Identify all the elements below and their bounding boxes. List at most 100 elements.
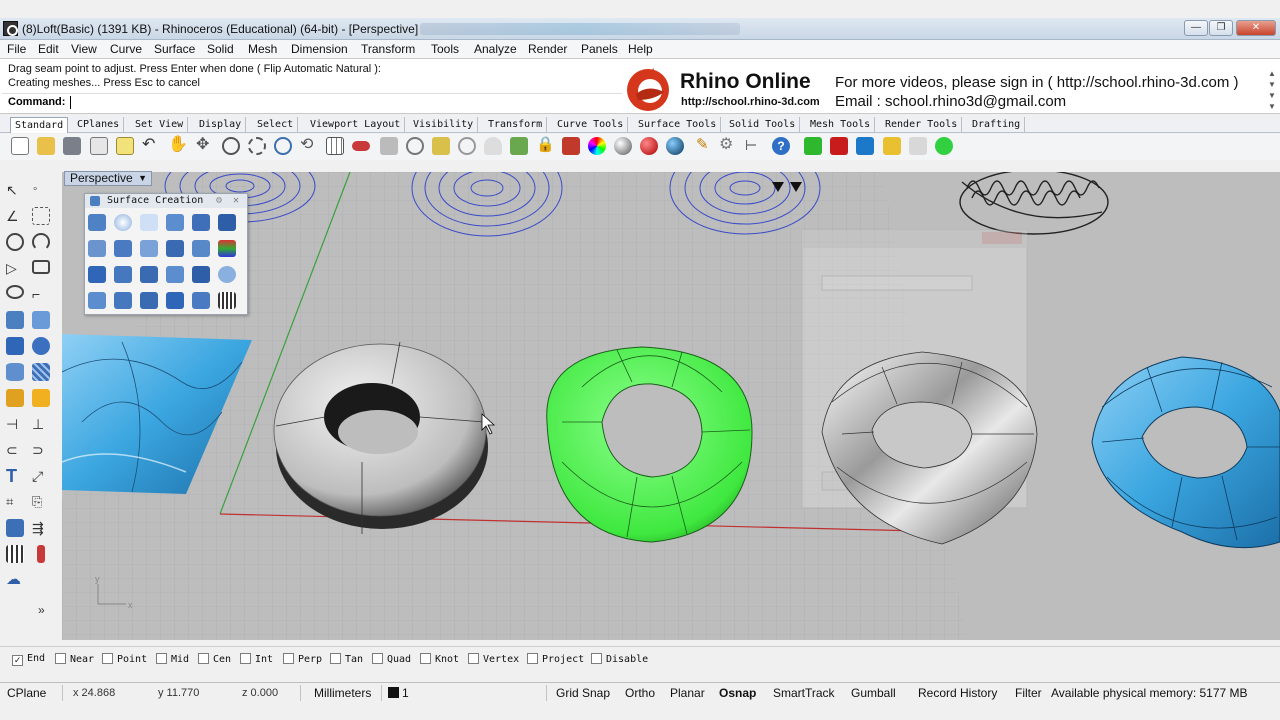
rhino-app-icon[interactable] (3, 21, 18, 36)
status-units[interactable]: Millimeters (314, 686, 371, 700)
arc-icon[interactable] (32, 233, 50, 251)
surface-offset-icon[interactable] (192, 266, 210, 283)
status-grid-snap[interactable]: Grid Snap (556, 686, 610, 700)
surface-extrude-icon[interactable] (88, 240, 106, 257)
status-cplane[interactable]: CPlane (7, 686, 46, 700)
save-icon[interactable] (63, 137, 81, 155)
checkbox[interactable] (240, 653, 251, 664)
status-planar[interactable]: Planar (670, 686, 705, 700)
ellipse-icon[interactable] (6, 285, 24, 299)
status-filter[interactable]: Filter (1015, 686, 1042, 700)
dimension-icon[interactable]: ⊢ (745, 137, 763, 155)
render-icon[interactable] (640, 137, 658, 155)
group-icon[interactable]: ⌗ (6, 493, 24, 511)
pencil-icon[interactable]: ✎ (696, 137, 714, 155)
polygon-icon[interactable]: ▷ (6, 259, 24, 277)
surface-icon[interactable] (6, 311, 24, 329)
surface-sweep1-icon[interactable] (140, 240, 158, 257)
trim-icon[interactable]: ⊣ (6, 415, 24, 433)
menu-solid[interactable]: Solid (207, 42, 234, 56)
surface-drape-icon[interactable] (218, 266, 236, 283)
surface-edge-icon[interactable] (140, 214, 158, 231)
box-icon[interactable] (6, 337, 24, 355)
menu-dimension[interactable]: Dimension (291, 42, 348, 56)
promo-url[interactable]: http://school.rhino-3d.com (681, 96, 820, 108)
curve-icon[interactable] (32, 207, 50, 225)
new-file-icon[interactable] (11, 137, 29, 155)
osnap-vertex[interactable]: Vertex (468, 653, 519, 665)
surface-creation-palette[interactable]: Surface Creation ⚙ ✕ (84, 193, 248, 315)
gear-icon[interactable]: ⚙ (216, 194, 222, 207)
surface-revolve-icon[interactable] (114, 240, 132, 257)
tab-display[interactable]: Display (195, 117, 247, 133)
osnap-int[interactable]: Int (240, 653, 273, 665)
checkbox[interactable] (198, 653, 209, 664)
chevron-down-icon[interactable]: ▼ (138, 172, 147, 185)
array-icon[interactable]: ⇶ (32, 519, 50, 537)
menu-edit[interactable]: Edit (38, 42, 59, 56)
surface-from-points-icon[interactable] (88, 214, 106, 231)
tab-visibility[interactable]: Visibility (409, 117, 479, 133)
dimension-icon[interactable]: ⤢ (32, 467, 50, 485)
osnap-point[interactable]: Point (102, 653, 147, 665)
checkbox[interactable] (527, 653, 538, 664)
status-smarttrack[interactable]: SmartTrack (773, 686, 835, 700)
mesh-icon[interactable] (32, 363, 50, 381)
circle-icon[interactable] (6, 233, 24, 251)
edit-surface-icon[interactable] (32, 311, 50, 329)
checkbox[interactable] (420, 653, 431, 664)
analyze-icon[interactable] (37, 545, 45, 563)
surface-heightfield-icon[interactable] (218, 240, 236, 257)
maximize-button[interactable]: ❐ (1209, 20, 1233, 36)
surface-grid-icon[interactable] (218, 292, 236, 309)
grid-icon[interactable] (6, 545, 24, 563)
surface-fillet-icon[interactable] (140, 266, 158, 283)
checkbox[interactable] (591, 653, 602, 664)
tab-viewport-layout[interactable]: Viewport Layout (306, 117, 406, 133)
surface-torus-icon[interactable] (140, 292, 158, 309)
gear-icon[interactable]: ⚙ (719, 137, 737, 155)
rotate-view-icon[interactable]: ⟲ (300, 137, 318, 155)
osnap-mid[interactable]: Mid (156, 653, 189, 665)
osnap-perp[interactable]: Perp (283, 653, 322, 665)
plugin-green-icon[interactable] (804, 137, 822, 155)
status-layer[interactable]: 1 (402, 686, 409, 700)
open-folder-icon[interactable] (37, 137, 55, 155)
pan-hand-icon[interactable]: ✋ (168, 137, 188, 155)
transform-icon[interactable] (6, 389, 24, 407)
viewport-title-tab[interactable]: Perspective ▼ (64, 171, 152, 186)
tab-surface-tools[interactable]: Surface Tools (634, 117, 722, 133)
text-icon[interactable]: T (6, 467, 24, 485)
camera-icon[interactable] (406, 137, 424, 155)
command-input-caret[interactable] (70, 96, 71, 109)
osnap-tan[interactable]: Tan (330, 653, 363, 665)
surface-rolling-icon[interactable] (114, 292, 132, 309)
lock-icon[interactable]: 🔒 (536, 137, 555, 155)
osnap-project[interactable]: Project (527, 653, 584, 665)
menu-analyze[interactable]: Analyze (474, 42, 517, 56)
solid-boolean-icon[interactable] (32, 337, 50, 355)
menu-transform[interactable]: Transform (361, 42, 415, 56)
plugin-blue-icon[interactable] (856, 137, 874, 155)
status-ortho[interactable]: Ortho (625, 686, 655, 700)
more-icon[interactable]: » (38, 601, 56, 619)
grid-icon[interactable] (326, 137, 344, 155)
move-icon[interactable]: ✥ (196, 137, 214, 155)
rotate-icon[interactable] (458, 137, 476, 155)
cylinder-icon[interactable] (6, 363, 24, 381)
clipboard-icon[interactable] (116, 137, 134, 155)
osnap-end[interactable]: ✓ End (12, 653, 45, 666)
fillet-curve-icon[interactable]: ⌐ (32, 285, 50, 303)
osnap-near[interactable]: Near (55, 653, 94, 665)
extend-icon[interactable] (32, 389, 50, 407)
surface-loft-icon[interactable] (192, 214, 210, 231)
tab-mesh-tools[interactable]: Mesh Tools (806, 117, 876, 133)
tab-select[interactable]: Select (253, 117, 299, 133)
zoom-extents-icon[interactable] (274, 137, 292, 155)
polyline-icon[interactable]: ∠ (6, 207, 24, 225)
menu-panels[interactable]: Panels (581, 42, 618, 56)
plugin-red-icon[interactable] (830, 137, 848, 155)
command-scroll[interactable]: ▲ ▼ ▼ ▼ (1266, 68, 1278, 112)
osnap-knot[interactable]: Knot (420, 653, 459, 665)
undo-icon[interactable]: ↶ (142, 137, 160, 155)
